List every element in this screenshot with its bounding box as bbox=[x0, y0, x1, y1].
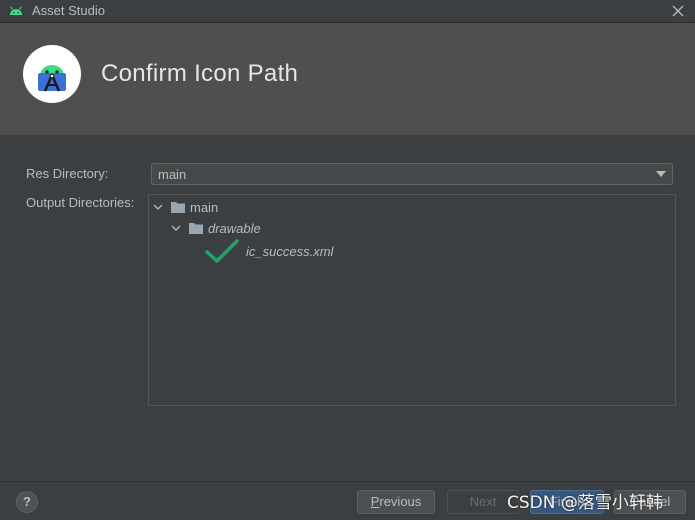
tree-node-main-label: main bbox=[190, 199, 219, 215]
finish-button[interactable]: Finish bbox=[530, 490, 604, 514]
res-directory-value: main bbox=[158, 167, 187, 182]
checkmark-icon bbox=[205, 239, 239, 263]
tree-node-file[interactable]: ic_success.xml bbox=[242, 242, 333, 260]
folder-icon bbox=[189, 223, 203, 234]
window-title: Asset Studio bbox=[32, 3, 105, 18]
android-icon bbox=[10, 6, 22, 15]
android-studio-icon bbox=[38, 65, 66, 92]
cancel-button[interactable]: Cancel bbox=[614, 490, 686, 514]
tree-node-main[interactable]: main bbox=[152, 198, 218, 216]
res-directory-label: Res Directory: bbox=[26, 166, 109, 181]
chevron-down-icon[interactable] bbox=[152, 201, 164, 213]
chevron-down-icon[interactable] bbox=[170, 222, 182, 234]
output-directories-label: Output Directories: bbox=[26, 195, 135, 210]
tree-node-file-label: ic_success.xml bbox=[246, 243, 334, 259]
next-button[interactable]: Next bbox=[447, 490, 519, 514]
res-directory-select[interactable]: main bbox=[151, 163, 673, 185]
android-studio-logo bbox=[23, 45, 81, 103]
output-directories-tree[interactable]: main drawable ic_success.xml bbox=[148, 194, 676, 406]
previous-label: revious bbox=[379, 494, 422, 509]
folder-icon bbox=[171, 202, 185, 213]
chevron-down-icon bbox=[656, 171, 666, 177]
close-icon[interactable] bbox=[669, 2, 687, 20]
wizard-header: Confirm Icon Path bbox=[0, 23, 695, 135]
tree-node-drawable[interactable]: drawable bbox=[170, 219, 261, 237]
help-button[interactable]: ? bbox=[16, 491, 38, 513]
tree-node-drawable-label: drawable bbox=[208, 220, 261, 236]
title-bar: Asset Studio bbox=[0, 0, 695, 23]
page-title: Confirm Icon Path bbox=[101, 60, 299, 87]
footer-divider bbox=[0, 481, 695, 482]
previous-button[interactable]: Previous bbox=[357, 490, 435, 514]
